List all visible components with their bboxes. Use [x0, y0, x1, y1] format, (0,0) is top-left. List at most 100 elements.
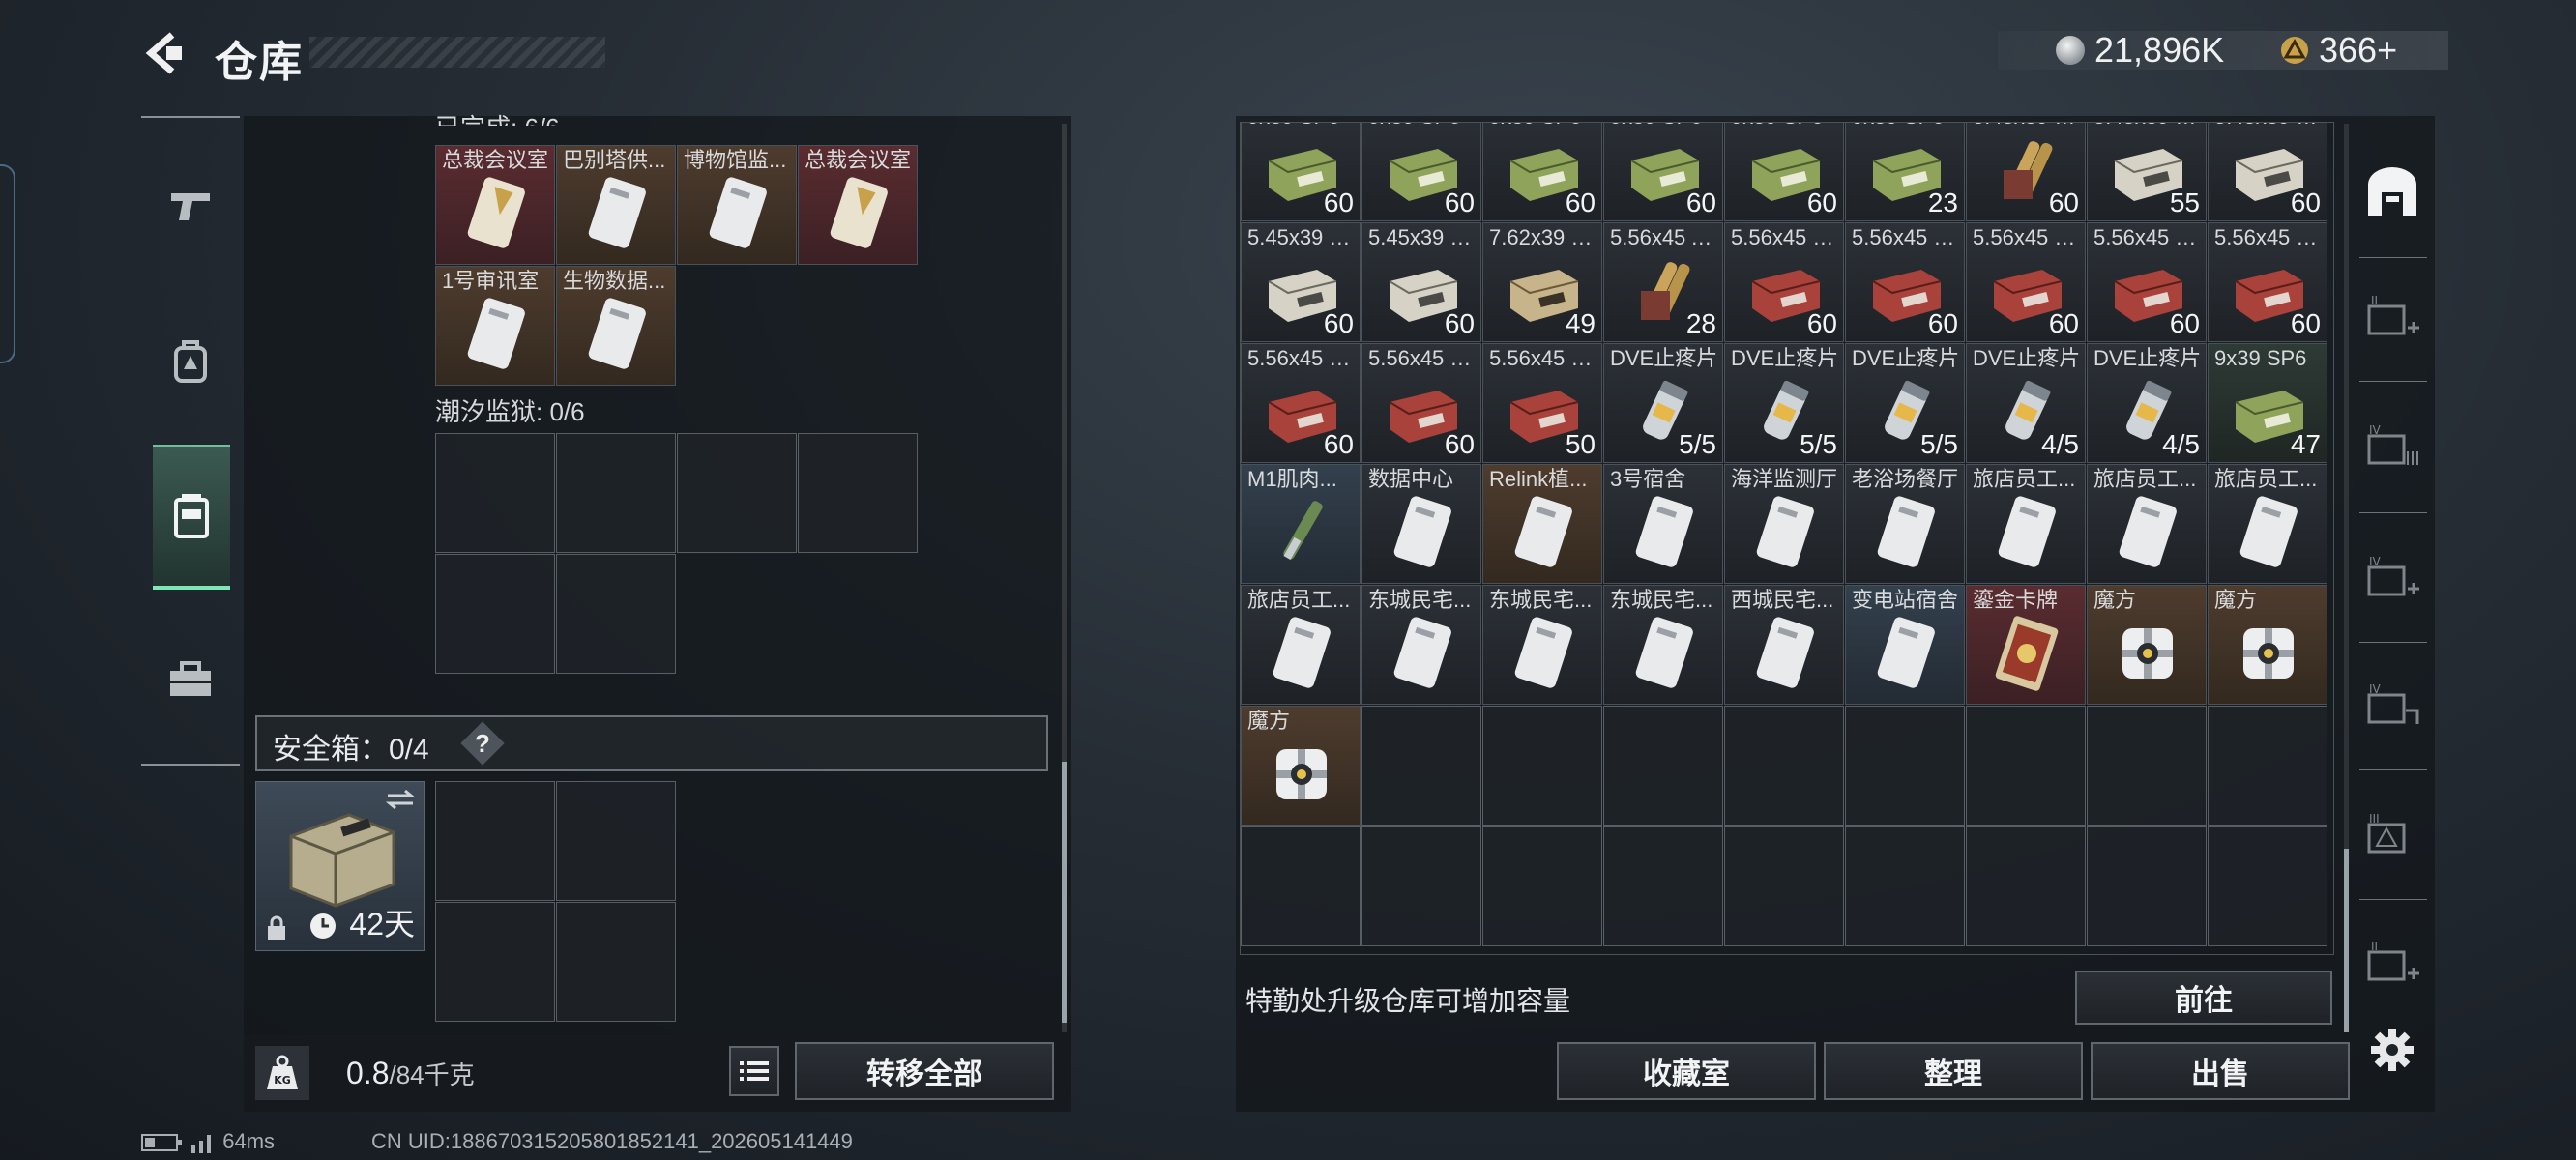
- expansion-box-2-alt[interactable]: II: [2356, 926, 2429, 1000]
- warehouse-item[interactable]: 5.56x45 M855A1 60: [1241, 343, 1361, 463]
- warehouse-empty-slot[interactable]: [2087, 706, 2207, 826]
- keycard-slot[interactable]: 博物馆监...: [677, 145, 797, 265]
- warehouse-item[interactable]: 5.56x45 M855A1 50: [1482, 343, 1602, 463]
- safebox-slot[interactable]: [435, 902, 555, 1022]
- warehouse-item[interactable]: 5.45x39 BT 60: [1241, 222, 1361, 342]
- sort-button[interactable]: 整理: [1824, 1042, 2083, 1100]
- warehouse-item[interactable]: 5.56x45 M855A1 60: [1966, 222, 2086, 342]
- warehouse-item[interactable]: 5.56x45 M855A1 60: [1724, 222, 1844, 342]
- warehouse-item[interactable]: 5.56x45 M855A1 60: [2087, 222, 2207, 342]
- warehouse-item[interactable]: M1肌肉...: [1241, 464, 1361, 584]
- warehouse-item[interactable]: 9x39 SP6 60: [1724, 123, 1844, 221]
- nav-weapons[interactable]: [141, 155, 240, 255]
- warehouse-item[interactable]: 3号宿舍: [1603, 464, 1723, 584]
- back-button[interactable]: [143, 31, 188, 75]
- warehouse-item[interactable]: 5.56x45 M855A1 60: [2208, 222, 2327, 342]
- safebox-slot[interactable]: [556, 781, 676, 901]
- warehouse-item[interactable]: 9x39 SP6 60: [1482, 123, 1602, 221]
- warehouse-empty-slot[interactable]: [1845, 826, 1965, 946]
- gold-currency[interactable]: 366+: [2280, 30, 2397, 70]
- keycard-slot[interactable]: 生物数据...: [556, 266, 676, 386]
- warehouse-empty-slot[interactable]: [1482, 826, 1602, 946]
- prison-slot[interactable]: [556, 433, 676, 553]
- warehouse-empty-slot[interactable]: [1966, 706, 2086, 826]
- warehouse-item[interactable]: 东城民宅...: [1361, 585, 1481, 705]
- warehouse-item[interactable]: 老浴场餐厅: [1845, 464, 1965, 584]
- warehouse-item[interactable]: 9x39 SP6 60: [1241, 123, 1361, 221]
- warehouse-item[interactable]: 西城民宅...: [1724, 585, 1844, 705]
- keycard-slot[interactable]: 1号审讯室: [435, 266, 555, 386]
- warehouse-item[interactable]: 鎏金卡牌: [1966, 585, 2086, 705]
- safebox-slot[interactable]: [435, 781, 555, 901]
- warehouse-item[interactable]: 5.45x39 BT 60: [1966, 123, 2086, 221]
- keycard-slot[interactable]: 总裁会议室: [798, 145, 918, 265]
- safe-case-item[interactable]: 42天: [255, 781, 425, 951]
- goto-button[interactable]: 前往: [2075, 971, 2332, 1025]
- warehouse-empty-slot[interactable]: [1845, 706, 1965, 826]
- warehouse-item[interactable]: DVE止疼片 4/5: [1966, 343, 2086, 463]
- expansion-box-4-plus[interactable]: IV: [2356, 541, 2429, 615]
- sell-button[interactable]: 出售: [2091, 1042, 2350, 1100]
- prison-slot[interactable]: [556, 554, 676, 674]
- warehouse-item[interactable]: 5.56x45 M855A1 60: [1845, 222, 1965, 342]
- keycard-slot[interactable]: 巴别塔供...: [556, 145, 676, 265]
- warehouse-item[interactable]: 变电站宿舍: [1845, 585, 1965, 705]
- warehouse-item[interactable]: 海洋监测厅: [1724, 464, 1844, 584]
- expansion-box-2-plus[interactable]: II: [2356, 280, 2429, 354]
- nav-consumables[interactable]: [153, 445, 230, 590]
- expansion-box-3[interactable]: III: [2356, 798, 2429, 872]
- prison-slot[interactable]: [435, 433, 555, 553]
- warehouse-item[interactable]: DVE止疼片 5/5: [1603, 343, 1723, 463]
- list-view-button[interactable]: [729, 1046, 779, 1096]
- warehouse-item[interactable]: 5.45x39 BT 55: [2087, 123, 2207, 221]
- warehouse-empty-slot[interactable]: [1724, 706, 1844, 826]
- warehouse-item[interactable]: 旅店员工...: [2087, 464, 2207, 584]
- warehouse-item[interactable]: 7.62x39 BP 49: [1482, 222, 1602, 342]
- warehouse-item[interactable]: 5.45x39 BT 60: [2208, 123, 2327, 221]
- warehouse-tab-main[interactable]: [2356, 155, 2429, 228]
- warehouse-empty-slot[interactable]: [1966, 826, 2086, 946]
- nav-misc[interactable]: [141, 628, 240, 729]
- expansion-box-4-bars[interactable]: IV: [2356, 410, 2429, 483]
- warehouse-item[interactable]: 旅店员工...: [1241, 585, 1361, 705]
- warehouse-item[interactable]: DVE止疼片 5/5: [1724, 343, 1844, 463]
- expansion-box-4-alt[interactable]: IV: [2356, 669, 2429, 742]
- warehouse-item[interactable]: DVE止疼片 4/5: [2087, 343, 2207, 463]
- left-scrollbar-thumb[interactable]: [1062, 762, 1067, 1023]
- warehouse-empty-slot[interactable]: [2087, 826, 2207, 946]
- warehouse-empty-slot[interactable]: [1724, 826, 1844, 946]
- keycard-slot[interactable]: 总裁会议室: [435, 145, 555, 265]
- prison-slot[interactable]: [435, 554, 555, 674]
- warehouse-item[interactable]: 5.45x39 BT 60: [1361, 222, 1481, 342]
- right-scrollbar-thumb[interactable]: [2344, 849, 2349, 1032]
- warehouse-item[interactable]: 9x39 SP6 23: [1845, 123, 1965, 221]
- warehouse-item[interactable]: 魔方: [2208, 585, 2327, 705]
- nav-equipment[interactable]: [141, 311, 240, 412]
- warehouse-item[interactable]: DVE止疼片 5/5: [1845, 343, 1965, 463]
- warehouse-item[interactable]: 东城民宅...: [1603, 585, 1723, 705]
- warehouse-empty-slot[interactable]: [1603, 826, 1723, 946]
- warehouse-item[interactable]: 5.56x45 M855A1 60: [1361, 343, 1481, 463]
- warehouse-item[interactable]: 数据中心: [1361, 464, 1481, 584]
- warehouse-item[interactable]: 5.56x45 APC 28: [1603, 222, 1723, 342]
- collection-room-button[interactable]: 收藏室: [1557, 1042, 1816, 1100]
- warehouse-empty-slot[interactable]: [2208, 706, 2327, 826]
- warehouse-item[interactable]: 9x39 SP6 60: [1361, 123, 1481, 221]
- warehouse-item[interactable]: 旅店员工...: [1966, 464, 2086, 584]
- prison-slot[interactable]: [677, 433, 797, 553]
- safebox-help-button[interactable]: ?: [462, 723, 503, 764]
- warehouse-empty-slot[interactable]: [1241, 826, 1361, 946]
- warehouse-empty-slot[interactable]: [1603, 706, 1723, 826]
- warehouse-item[interactable]: 魔方: [1241, 706, 1361, 826]
- prison-slot[interactable]: [798, 433, 918, 553]
- warehouse-empty-slot[interactable]: [1361, 706, 1481, 826]
- warehouse-empty-slot[interactable]: [1361, 826, 1481, 946]
- left-scrollbar[interactable]: [1062, 124, 1067, 1032]
- settings-button[interactable]: [2356, 1013, 2429, 1087]
- warehouse-item[interactable]: 旅店员工...: [2208, 464, 2327, 584]
- warehouse-item[interactable]: Relink植...: [1482, 464, 1602, 584]
- safebox-slot[interactable]: [556, 902, 676, 1022]
- warehouse-item[interactable]: 魔方: [2087, 585, 2207, 705]
- right-scrollbar[interactable]: [2344, 124, 2349, 1032]
- warehouse-empty-slot[interactable]: [2208, 826, 2327, 946]
